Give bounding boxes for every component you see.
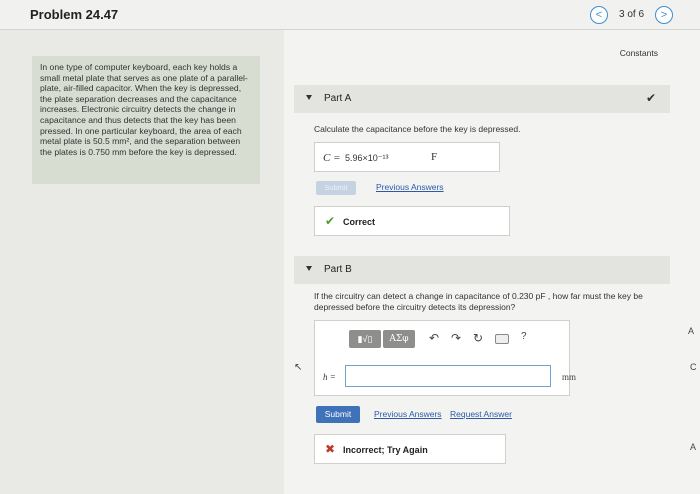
greek-symbols-button[interactable]: ΑΣφ	[383, 330, 415, 348]
redo-icon[interactable]: ↷	[451, 331, 461, 345]
part-a-variable: C =	[323, 152, 341, 164]
mouse-cursor-icon: ↖	[294, 362, 303, 373]
templates-button[interactable]: ▮√▯	[349, 330, 381, 348]
parts-panel: Constants Part A ✔ Calculate the capacit…	[284, 30, 700, 494]
check-icon: ✔	[645, 91, 656, 105]
part-b-request-answer-link[interactable]: Request Answer	[450, 409, 512, 419]
part-b-previous-answers-link[interactable]: Previous Answers	[374, 409, 442, 419]
edge-text: A	[690, 442, 697, 452]
problem-title: Problem 24.47	[30, 7, 119, 22]
part-a-unit: F	[431, 151, 438, 163]
caret-down-icon	[306, 266, 312, 271]
part-a-header[interactable]: Part A ✔	[294, 85, 670, 113]
part-a-question: Calculate the capacitance before the key…	[314, 124, 521, 134]
undo-icon[interactable]: ↶	[429, 331, 439, 345]
page-count: 3 of 6	[619, 9, 645, 20]
x-icon: ✖	[325, 442, 336, 456]
part-a-feedback: ✔ Correct	[314, 206, 510, 236]
part-a-answer-value: 5.96×10⁻¹³	[345, 153, 389, 163]
edge-text: A	[688, 326, 695, 336]
part-b-feedback-text: Incorrect; Try Again	[343, 445, 428, 455]
part-b-submit-button[interactable]: Submit	[316, 406, 360, 423]
part-a-submit-button: Submit	[316, 181, 356, 195]
part-b-answer-editor: ▮√▯ ΑΣφ ↶ ↷ ↻ ? h =	[314, 320, 570, 396]
edge-text: C	[690, 362, 697, 372]
caret-down-icon	[306, 95, 312, 100]
reset-icon[interactable]: ↻	[473, 331, 483, 345]
keyboard-icon[interactable]	[495, 334, 509, 344]
problem-description: In one type of computer keyboard, each k…	[32, 56, 260, 184]
part-b-question: If the circuitry can detect a change in …	[314, 291, 643, 312]
help-icon[interactable]: ?	[521, 331, 527, 342]
constants-link[interactable]: Constants	[620, 48, 658, 58]
top-bar: Problem 24.47 < 3 of 6 >	[0, 0, 700, 30]
part-a-feedback-text: Correct	[343, 217, 376, 227]
part-b-label: Part B	[324, 264, 352, 275]
part-b-answer-input[interactable]	[345, 365, 551, 387]
part-b-header[interactable]: Part B	[294, 256, 670, 284]
previous-problem-button[interactable]: <	[590, 6, 608, 24]
part-a-previous-answers-link[interactable]: Previous Answers	[376, 182, 444, 192]
part-b-feedback: ✖ Incorrect; Try Again	[314, 434, 506, 464]
part-a-answer-box: C = 5.96×10⁻¹³ F	[314, 142, 500, 172]
part-a-label: Part A	[324, 93, 352, 104]
part-b-unit: mm	[562, 372, 577, 382]
part-b-variable: h =	[323, 372, 336, 382]
check-icon: ✔	[325, 214, 336, 228]
next-problem-button[interactable]: >	[655, 6, 673, 24]
